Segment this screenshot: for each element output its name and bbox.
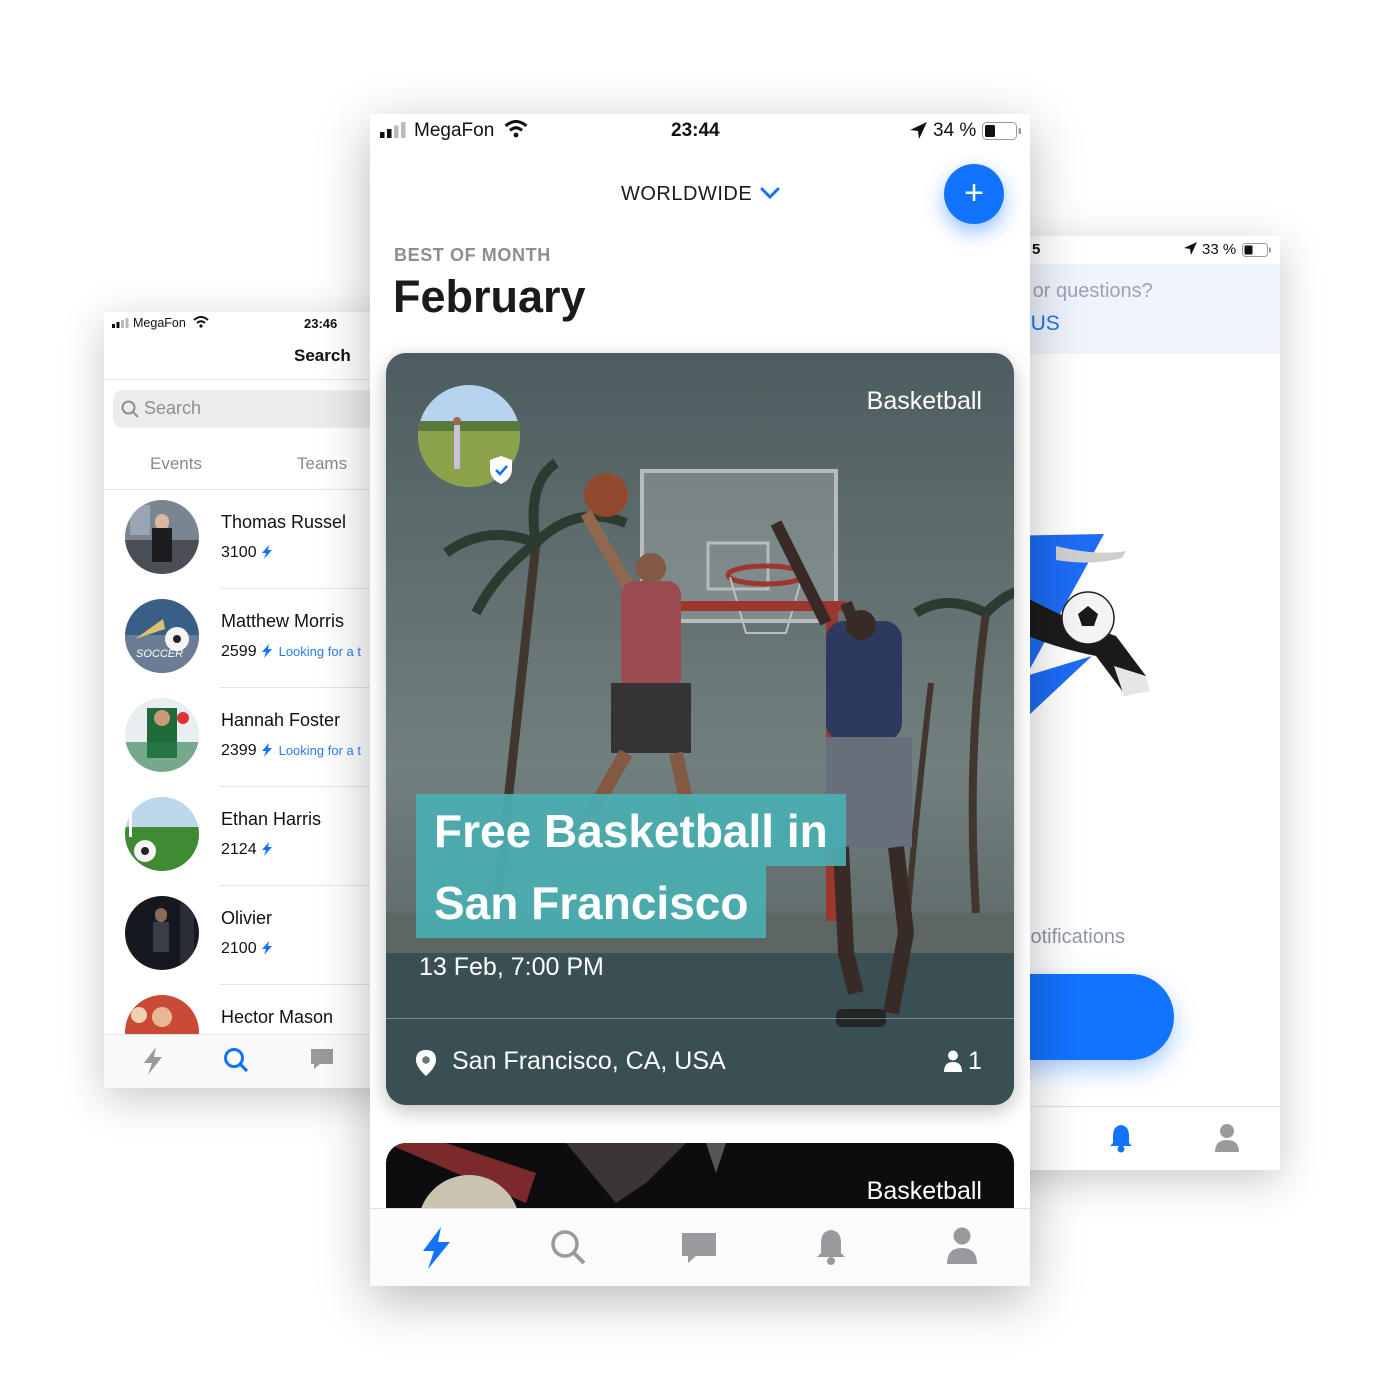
event-location: San Francisco, CA, USA <box>452 1047 726 1075</box>
status-time: 23:44 <box>671 120 720 141</box>
status-bar: MegaFon 23:46 <box>104 312 404 334</box>
verified-shield-icon <box>490 456 512 484</box>
location-pin-icon <box>416 1050 436 1076</box>
participants-count: 1 <box>968 1047 982 1075</box>
person-name: Ethan Harris <box>221 809 322 829</box>
battery-percent: 33 % <box>1202 241 1237 258</box>
avatar <box>125 797 199 871</box>
bolt-icon <box>261 743 272 757</box>
search-input[interactable]: Search <box>113 390 404 428</box>
battery-icon <box>1242 243 1271 257</box>
battery-icon <box>982 122 1021 140</box>
profile-icon[interactable] <box>946 1227 978 1265</box>
avatar-badge-text: SOCCER <box>136 648 184 660</box>
add-event-button[interactable]: + <box>944 164 1004 224</box>
bolt-icon <box>261 545 272 559</box>
tab-bar <box>370 1208 1030 1286</box>
score-value: 3100 <box>221 544 257 561</box>
section-label: BEST OF MONTH <box>394 245 551 265</box>
status-bar: 5 33 % <box>996 236 1280 264</box>
event-title-text: Free Basketball in <box>434 805 828 857</box>
chat-icon[interactable] <box>680 1231 718 1265</box>
search-icon[interactable] <box>223 1047 249 1073</box>
divider <box>104 379 404 380</box>
list-item[interactable]: Hannah Foster 2399 Looking for a t <box>104 688 404 787</box>
list-item[interactable]: Ethan Harris 2124 <box>104 787 404 886</box>
looking-for-team-label: Looking for a t <box>278 743 361 758</box>
chevron-down-icon[interactable] <box>760 186 780 200</box>
looking-for-team-label: Looking for a t <box>278 644 361 659</box>
search-screen: MegaFon 23:46 Search Search Events Teams… <box>104 312 404 1088</box>
sport-label: Basketball <box>866 1177 982 1205</box>
event-title-line2: San Francisco <box>416 866 767 938</box>
participants-icon <box>944 1050 962 1072</box>
tab-bar <box>104 1034 404 1088</box>
status-bar: MegaFon 23:44 34 % <box>370 114 1030 148</box>
chat-icon[interactable] <box>309 1047 335 1071</box>
notifications-screen: 5 33 % ack or questions? TO US ur notifi… <box>996 236 1280 1170</box>
avatar <box>125 698 199 772</box>
month-title: February <box>393 271 586 322</box>
search-icon <box>121 400 139 418</box>
search-placeholder: Search <box>144 398 202 418</box>
bolt-icon <box>261 842 272 856</box>
carrier-name: MegaFon <box>414 120 495 141</box>
wifi-icon <box>504 120 528 138</box>
bolt-icon[interactable] <box>420 1227 452 1269</box>
wifi-icon <box>193 316 209 328</box>
event-title-line1: Free Basketball in <box>416 794 846 866</box>
score-value: 2100 <box>221 940 257 957</box>
score-value: 2599 <box>221 643 257 660</box>
bell-icon[interactable] <box>816 1227 846 1265</box>
score-value: 2124 <box>221 841 257 858</box>
search-icon[interactable] <box>550 1229 586 1265</box>
feedback-banner[interactable]: ack or questions? TO US <box>996 264 1280 354</box>
person-score: 2124 <box>221 841 273 859</box>
bell-icon[interactable] <box>1108 1123 1134 1153</box>
event-datetime: 13 Feb, 7:00 PM <box>419 953 604 981</box>
divider <box>386 1018 1014 1019</box>
page-title: Search <box>294 346 351 365</box>
region-selector[interactable]: WORLDWIDE <box>621 183 752 206</box>
event-card[interactable]: Basketball Free Basketball in San Franci… <box>386 353 1014 1105</box>
status-time: 5 <box>1032 241 1041 258</box>
person-name: Hannah Foster <box>221 710 341 730</box>
signal-icon <box>380 122 406 138</box>
score-value: 2399 <box>221 742 257 759</box>
avatar <box>125 500 199 574</box>
person-score: 2100 <box>221 940 273 958</box>
signal-icon <box>112 318 129 328</box>
avatar: SOCCER <box>125 599 199 673</box>
person-score: 2599 Looking for a t <box>221 643 361 661</box>
list-item[interactable]: Thomas Russel 3100 <box>104 490 404 589</box>
tab-events[interactable]: Events <box>150 454 202 474</box>
list-item[interactable]: SOCCER Matthew Morris 2599 Looking for a … <box>104 589 404 688</box>
person-name: Hector Mason <box>221 1007 334 1027</box>
person-name: Olivier <box>221 908 273 928</box>
person-name: Thomas Russel <box>221 512 347 532</box>
person-score: 3100 <box>221 544 273 562</box>
carrier-name: MegaFon <box>133 316 186 330</box>
feed-screen: MegaFon 23:44 34 % WORLDWIDE + BEST OF M… <box>370 114 1030 1286</box>
location-arrow-icon <box>910 122 927 139</box>
status-time: 23:46 <box>304 316 338 331</box>
battery-percent: 34 % <box>933 120 977 141</box>
location-arrow-icon <box>1184 242 1197 255</box>
sport-label: Basketball <box>866 387 982 415</box>
bolt-icon[interactable] <box>142 1047 164 1075</box>
bolt-icon <box>261 644 272 658</box>
avatar <box>125 896 199 970</box>
tab-teams[interactable]: Teams <box>297 454 347 474</box>
person-score: 2399 Looking for a t <box>221 742 361 760</box>
list-item[interactable]: Olivier 2100 <box>104 886 404 985</box>
event-title-text: San Francisco <box>434 877 749 929</box>
profile-icon[interactable] <box>1214 1123 1240 1153</box>
tab-bar <box>996 1106 1280 1170</box>
person-name: Matthew Morris <box>221 611 345 631</box>
bolt-icon <box>261 941 272 955</box>
